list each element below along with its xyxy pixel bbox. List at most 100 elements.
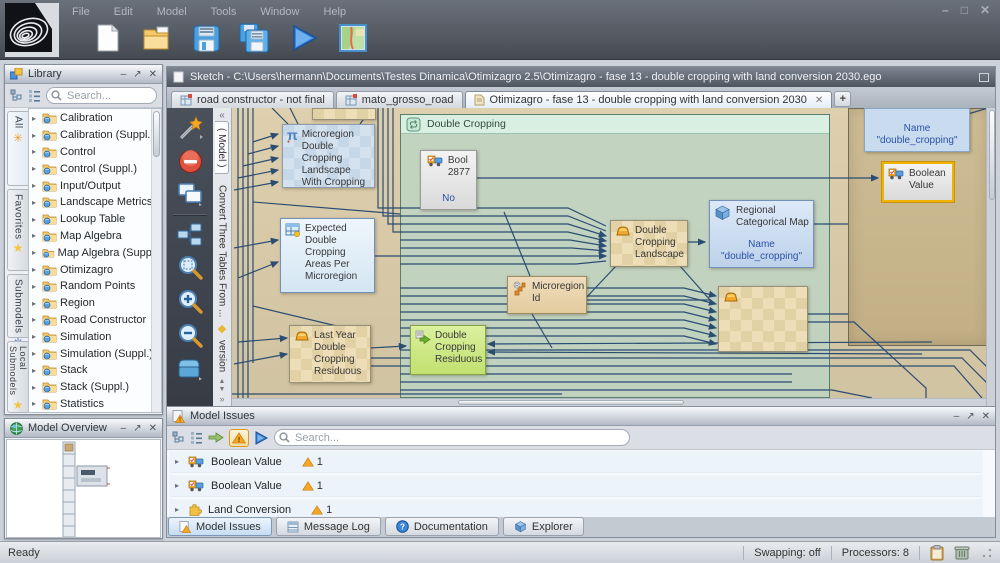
expander-icon[interactable]: ▸ <box>32 164 39 173</box>
expander-icon[interactable]: ▸ <box>32 299 39 308</box>
model-structure-tool-icon[interactable] <box>177 223 203 247</box>
menu-item[interactable]: File <box>70 5 92 19</box>
list-view-icon[interactable] <box>28 89 41 102</box>
library-item[interactable]: ▸ Road Constructor <box>29 312 161 329</box>
library-item[interactable]: ▸ Stack (Suppl.) <box>29 379 161 396</box>
new-tab-button[interactable]: + <box>834 91 851 107</box>
windows-tool-icon[interactable] <box>177 182 204 206</box>
collapse-panel-icon[interactable]: « <box>219 110 225 121</box>
node-last-year-residuous[interactable]: Last Year Double Cropping Residuous <box>289 325 371 383</box>
library-item[interactable]: ▸ Region <box>29 295 161 312</box>
node-updated-residuous[interactable] <box>718 286 808 352</box>
library-item[interactable]: ▸ Map Algebra <box>29 228 161 245</box>
save-model-button[interactable] <box>190 22 222 54</box>
trash-icon[interactable] <box>954 545 970 560</box>
map-viewer-button[interactable] <box>337 22 369 54</box>
issue-row[interactable]: ▸ Boolean Value 1 <box>169 475 983 497</box>
node-boolean-value-selected[interactable]: Boolean Value <box>882 162 954 202</box>
expander-icon[interactable]: ▸ <box>175 481 182 490</box>
library-tab-local-submodels[interactable]: Local Submodels★ <box>7 341 28 413</box>
expander-icon[interactable]: ▸ <box>32 349 39 358</box>
expander-icon[interactable]: ▸ <box>32 147 39 156</box>
library-tab-all[interactable]: All✳ <box>7 111 28 186</box>
library-scrollbar[interactable] <box>151 109 161 412</box>
expander-icon[interactable]: ▸ <box>32 282 39 291</box>
library-item[interactable]: ▸ Calibration <box>29 110 161 127</box>
tab-close-icon[interactable]: ✕ <box>815 95 823 106</box>
library-item[interactable]: ▸ Simulation <box>29 328 161 345</box>
collapse-tree-icon[interactable] <box>10 89 23 102</box>
issue-row[interactable]: ▸ Boolean Value 1 <box>169 451 983 473</box>
node-double-cropping-residuous[interactable]: Double Cropping Residuous <box>410 325 486 375</box>
save-all-button[interactable] <box>239 22 271 54</box>
node-expected-double-cropping-areas[interactable]: Expected Double Cropping Areas Per Micro… <box>280 218 375 293</box>
expander-icon[interactable]: ▸ <box>32 383 39 392</box>
wizard-tool-icon[interactable] <box>177 115 203 141</box>
library-item[interactable]: ▸ Lookup Table <box>29 211 161 228</box>
new-model-button[interactable] <box>92 22 124 54</box>
node-regional-categorical-map[interactable]: Regional Categorical Map Name "double_cr… <box>709 200 814 268</box>
menu-item[interactable]: Tools <box>209 5 239 19</box>
library-item[interactable]: ▸ Random Points <box>29 278 161 295</box>
overview-float-button[interactable]: ↗ <box>133 423 141 434</box>
sketch-restore-button[interactable] <box>979 73 989 82</box>
scroll-down-icon[interactable]: ▼ <box>219 386 226 393</box>
model-canvas[interactable]: Double Cropping <box>232 108 986 406</box>
overview-minimize-button[interactable]: – <box>121 423 127 434</box>
tab-explorer[interactable]: Explorer <box>503 517 584 536</box>
library-item[interactable]: ▸ Simulation (Suppl.) <box>29 345 161 362</box>
expander-icon[interactable]: ▸ <box>32 131 39 140</box>
node-clipped-top[interactable] <box>312 108 376 120</box>
zoom-out-tool-icon[interactable] <box>177 323 203 349</box>
library-search-input[interactable] <box>46 87 157 104</box>
more-tabs-icon[interactable]: » <box>219 394 224 404</box>
node-microregion-id[interactable]: R Microregion Id <box>507 276 587 314</box>
window-maximize-button[interactable]: □ <box>961 3 968 17</box>
collapse-tree-icon[interactable] <box>172 431 185 444</box>
window-close-button[interactable]: ✕ <box>980 3 990 17</box>
expander-icon[interactable]: ▸ <box>32 215 39 224</box>
remove-tool-icon[interactable] <box>178 149 203 174</box>
window-minimize-button[interactable]: – <box>942 3 949 17</box>
expander-icon[interactable]: ▸ <box>175 505 182 514</box>
show-warnings-button[interactable]: ! <box>229 429 249 447</box>
library-item[interactable]: ▸ Control (Suppl.) <box>29 160 161 177</box>
model-issues-minimize-button[interactable]: – <box>954 411 960 422</box>
library-item[interactable]: ▸ Map Algebra (Suppl.) <box>29 244 161 261</box>
model-overview-map[interactable] <box>6 439 161 538</box>
clipboard-icon[interactable] <box>930 545 944 561</box>
node-bool-2877[interactable]: Bool2877 No <box>420 150 477 210</box>
go-to-issue-icon[interactable] <box>208 431 224 444</box>
node-name-double-cropping[interactable]: Name "double_cropping" <box>864 108 970 152</box>
expander-icon[interactable]: ▸ <box>32 181 39 190</box>
library-tab-submodels[interactable]: Submodels❋ <box>7 274 28 338</box>
run-model-button[interactable] <box>288 22 320 54</box>
overview-close-button[interactable]: ✕ <box>149 423 157 434</box>
expander-icon[interactable]: ▸ <box>32 315 39 324</box>
side-tab-model[interactable]: ( Model ) <box>215 121 229 174</box>
menu-item[interactable]: Help <box>321 5 348 19</box>
side-tab-convert-three-tables[interactable]: Convert Three Tables From ... <box>216 179 229 323</box>
expander-icon[interactable]: ▸ <box>32 366 39 375</box>
canvas-hscrollbar[interactable] <box>232 398 986 406</box>
sketch-tab-mato-grosso-road[interactable]: mato_grosso_road <box>336 91 463 108</box>
scroll-up-icon[interactable]: ▲ <box>219 378 226 385</box>
expander-icon[interactable]: ▸ <box>32 332 39 341</box>
zoom-in-tool-icon[interactable] <box>177 289 203 315</box>
expander-icon[interactable]: ▸ <box>32 198 39 207</box>
expander-icon[interactable]: ▸ <box>32 265 39 274</box>
expander-icon[interactable]: ▸ <box>32 248 39 257</box>
sketch-tab-road-constructor[interactable]: road constructor - not final <box>171 91 334 108</box>
library-minimize-button[interactable]: – <box>121 69 127 80</box>
expander-icon[interactable]: ▸ <box>32 231 39 240</box>
tab-documentation[interactable]: ? Documentation <box>385 517 499 536</box>
library-item[interactable]: ▸ Landscape Metrics <box>29 194 161 211</box>
library-item[interactable]: ▸ Calibration (Suppl.) <box>29 127 161 144</box>
menu-item[interactable]: Model <box>155 5 189 19</box>
resize-grip[interactable] <box>982 548 992 558</box>
model-issues-float-button[interactable]: ↗ <box>966 411 974 422</box>
library-item[interactable]: ▸ Stack <box>29 362 161 379</box>
run-check-icon[interactable] <box>254 431 269 445</box>
menu-item[interactable]: Window <box>258 5 301 19</box>
library-item[interactable]: ▸ Control <box>29 144 161 161</box>
